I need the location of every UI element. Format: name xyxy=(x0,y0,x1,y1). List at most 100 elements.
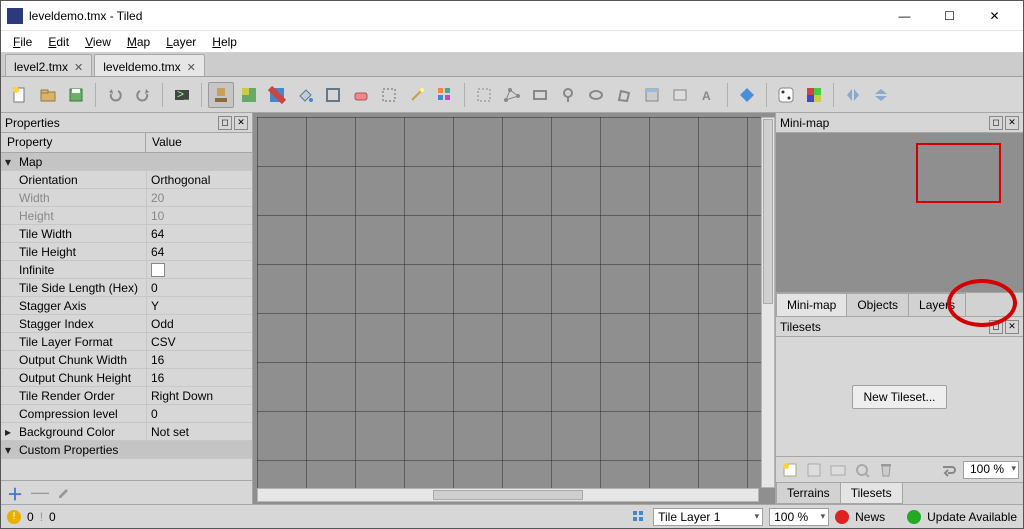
minimize-button[interactable]: — xyxy=(882,1,927,31)
new-tileset-icon[interactable] xyxy=(780,460,800,480)
terrain-brush-icon[interactable] xyxy=(236,82,262,108)
property-row[interactable]: Tile Height64 xyxy=(1,243,252,261)
tab-leveldemo[interactable]: leveldemo.tmx ✕ xyxy=(94,54,205,76)
wang-brush-icon[interactable] xyxy=(264,82,290,108)
close-panel-icon[interactable]: ✕ xyxy=(1005,116,1019,130)
property-row[interactable]: ▸Background ColorNot set xyxy=(1,423,252,441)
flip-horizontal-icon[interactable] xyxy=(840,82,866,108)
tab-minimap[interactable]: Mini-map xyxy=(776,293,847,316)
property-row[interactable]: Stagger AxisY xyxy=(1,297,252,315)
property-group-header[interactable]: ▾Map xyxy=(1,153,252,171)
insert-polygon-icon[interactable] xyxy=(611,82,637,108)
tab-label: leveldemo.tmx xyxy=(103,60,180,74)
undo-icon[interactable] xyxy=(102,82,128,108)
insert-text-icon[interactable]: A xyxy=(695,82,721,108)
insert-point-icon[interactable] xyxy=(555,82,581,108)
insert-rectangle-icon[interactable] xyxy=(527,82,553,108)
properties-list[interactable]: ▾MapOrientationOrthogonalWidth20Height10… xyxy=(1,153,252,480)
edit-tileset-icon[interactable] xyxy=(828,460,848,480)
stamp-brush-icon[interactable] xyxy=(208,82,234,108)
close-icon[interactable]: ✕ xyxy=(187,61,196,74)
insert-template-icon[interactable] xyxy=(667,82,693,108)
insert-tile-icon[interactable] xyxy=(639,82,665,108)
vertical-scrollbar[interactable] xyxy=(761,117,775,488)
close-panel-icon[interactable]: ✕ xyxy=(234,116,248,130)
property-row[interactable]: Width20 xyxy=(1,189,252,207)
menu-view[interactable]: View xyxy=(77,33,119,51)
edit-polygons-icon[interactable] xyxy=(499,82,525,108)
embed-tileset-icon[interactable] xyxy=(804,460,824,480)
tab-layers[interactable]: Layers xyxy=(908,293,966,316)
highlight-layer-icon[interactable] xyxy=(734,82,760,108)
replace-tileset-icon[interactable] xyxy=(852,460,872,480)
maximize-button[interactable]: ☐ xyxy=(927,1,972,31)
property-row[interactable]: Output Chunk Height16 xyxy=(1,369,252,387)
checkbox[interactable] xyxy=(151,263,165,277)
redo-icon[interactable] xyxy=(130,82,156,108)
shape-fill-icon[interactable] xyxy=(320,82,346,108)
news-label[interactable]: News xyxy=(855,510,885,524)
save-file-icon[interactable] xyxy=(63,82,89,108)
property-row[interactable]: Output Chunk Width16 xyxy=(1,351,252,369)
property-row[interactable]: Tile Width64 xyxy=(1,225,252,243)
tab-label: level2.tmx xyxy=(14,60,68,74)
properties-header: Properties ◻ ✕ xyxy=(1,113,252,133)
update-label[interactable]: Update Available xyxy=(927,510,1017,524)
menu-file[interactable]: File xyxy=(5,33,40,51)
edit-property-icon[interactable] xyxy=(57,486,71,500)
error-indicator-icon[interactable]: ! xyxy=(7,510,21,524)
layer-icon xyxy=(631,509,647,525)
menu-layer[interactable]: Layer xyxy=(158,33,204,51)
map-canvas[interactable] xyxy=(257,117,761,490)
minimap-viewport-rect[interactable] xyxy=(916,143,1001,203)
zoom-dropdown[interactable]: 100 % xyxy=(769,508,829,526)
tab-objects[interactable]: Objects xyxy=(846,293,909,316)
remove-property-button[interactable]: — xyxy=(31,482,49,503)
undock-icon[interactable]: ◻ xyxy=(989,320,1003,334)
property-group-header[interactable]: ▾Custom Properties xyxy=(1,441,252,459)
flip-vertical-icon[interactable] xyxy=(868,82,894,108)
property-row[interactable]: Tile Render OrderRight Down xyxy=(1,387,252,405)
wang-fill-icon[interactable] xyxy=(801,82,827,108)
insert-ellipse-icon[interactable] xyxy=(583,82,609,108)
close-panel-icon[interactable]: ✕ xyxy=(1005,320,1019,334)
horizontal-scrollbar[interactable] xyxy=(257,488,759,502)
tab-tilesets[interactable]: Tilesets xyxy=(840,483,903,504)
property-row[interactable]: Tile Layer FormatCSV xyxy=(1,333,252,351)
close-button[interactable]: ✕ xyxy=(972,1,1017,31)
property-row[interactable]: Infinite xyxy=(1,261,252,279)
properties-footer: ＋ — xyxy=(1,480,252,504)
property-row[interactable]: Tile Side Length (Hex)0 xyxy=(1,279,252,297)
select-objects-icon[interactable] xyxy=(471,82,497,108)
same-tile-select-icon[interactable] xyxy=(432,82,458,108)
bucket-fill-icon[interactable] xyxy=(292,82,318,108)
menu-map[interactable]: Map xyxy=(119,33,158,51)
dynamic-wrap-icon[interactable] xyxy=(939,460,959,480)
property-row[interactable]: Height10 xyxy=(1,207,252,225)
add-property-button[interactable]: ＋ xyxy=(7,481,23,505)
news-indicator-icon xyxy=(835,510,849,524)
tileset-zoom-input[interactable]: 100 % xyxy=(963,461,1019,479)
open-file-icon[interactable] xyxy=(35,82,61,108)
command-icon[interactable]: >_ xyxy=(169,82,195,108)
undock-icon[interactable]: ◻ xyxy=(989,116,1003,130)
new-tileset-button[interactable]: New Tileset... xyxy=(852,385,946,409)
menu-edit[interactable]: Edit xyxy=(40,33,77,51)
magic-wand-icon[interactable] xyxy=(404,82,430,108)
tab-level2[interactable]: level2.tmx ✕ xyxy=(5,54,92,76)
tilesets-body: New Tileset... xyxy=(776,337,1023,456)
rect-select-icon[interactable] xyxy=(376,82,402,108)
minimap-view[interactable] xyxy=(776,133,1023,293)
random-mode-icon[interactable] xyxy=(773,82,799,108)
close-icon[interactable]: ✕ xyxy=(74,61,83,74)
menu-help[interactable]: Help xyxy=(204,33,245,51)
undock-icon[interactable]: ◻ xyxy=(218,116,232,130)
tab-terrains[interactable]: Terrains xyxy=(776,483,841,504)
property-row[interactable]: Compression level0 xyxy=(1,405,252,423)
eraser-icon[interactable] xyxy=(348,82,374,108)
new-file-icon[interactable] xyxy=(7,82,33,108)
property-row[interactable]: Stagger IndexOdd xyxy=(1,315,252,333)
property-row[interactable]: OrientationOrthogonal xyxy=(1,171,252,189)
current-layer-dropdown[interactable]: Tile Layer 1 xyxy=(653,508,763,526)
delete-tileset-icon[interactable] xyxy=(876,460,896,480)
